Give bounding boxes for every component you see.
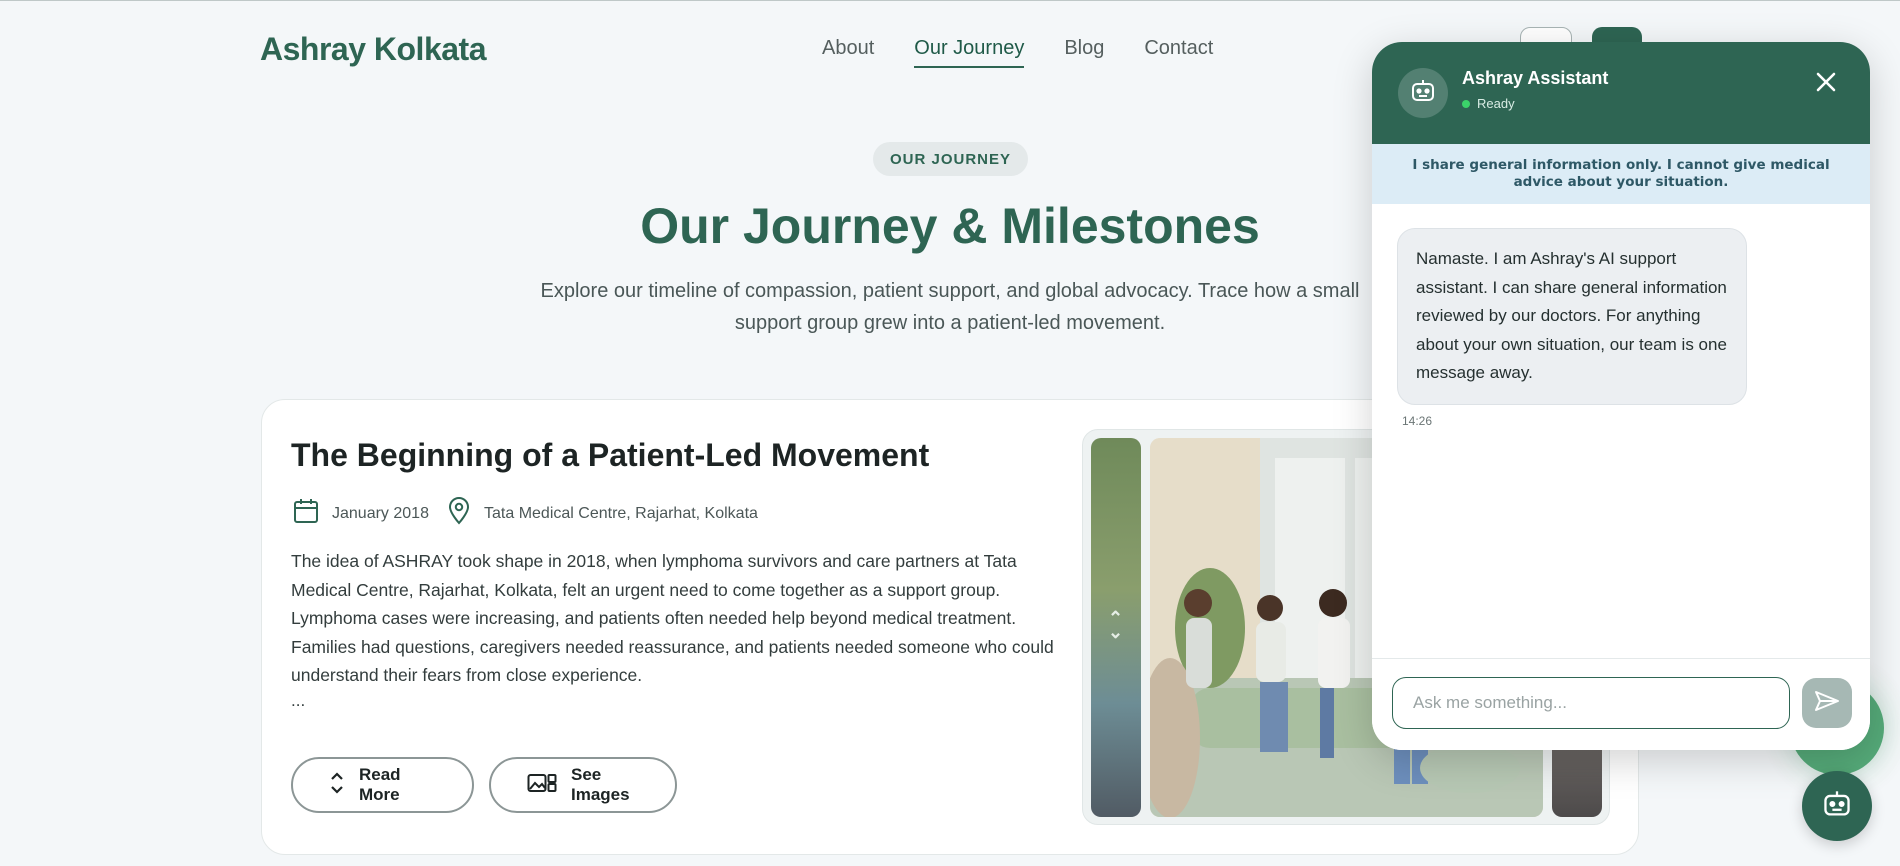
milestone-date: January 2018 bbox=[292, 497, 429, 530]
status-dot-icon bbox=[1462, 99, 1470, 108]
read-more-label: Read More bbox=[359, 765, 401, 804]
see-images-label: See Images bbox=[571, 765, 630, 804]
calendar-icon bbox=[292, 497, 320, 530]
read-more-button[interactable]: Read More bbox=[291, 757, 474, 813]
section-pill: OUR JOURNEY bbox=[873, 142, 1028, 176]
chat-input[interactable] bbox=[1392, 677, 1790, 729]
milestone-location-text: Tata Medical Centre, Rajarhat, Kolkata bbox=[484, 504, 758, 522]
chat-launcher-button[interactable] bbox=[1802, 771, 1872, 841]
chat-assistant-name: Ashray Assistant bbox=[1462, 68, 1609, 88]
chat-disclaimer: I share general information only. I cann… bbox=[1372, 144, 1870, 204]
milestone-title: The Beginning of a Patient-Led Movement bbox=[291, 437, 930, 473]
main-nav: About Our Journey Blog Contact bbox=[822, 37, 1213, 68]
see-images-button[interactable]: See Images bbox=[489, 757, 677, 813]
page-subtitle: Explore our timeline of compassion, pati… bbox=[540, 280, 1360, 334]
send-message-button[interactable] bbox=[1802, 678, 1852, 728]
chat-panel: Ashray Assistant Ready I share general i… bbox=[1372, 42, 1870, 750]
nav-blog[interactable]: Blog bbox=[1064, 37, 1104, 68]
bot-avatar bbox=[1398, 68, 1448, 118]
close-icon bbox=[1815, 71, 1837, 98]
chat-footer bbox=[1372, 658, 1870, 750]
description-ellipsis: ... bbox=[291, 691, 306, 710]
location-pin-icon bbox=[446, 497, 472, 530]
assistant-message: Namaste. I am Ashray's AI support assist… bbox=[1397, 228, 1747, 405]
gallery-icon bbox=[527, 772, 557, 799]
message-timestamp: 14:26 bbox=[1402, 414, 1433, 428]
milestone-location: Tata Medical Centre, Rajarhat, Kolkata bbox=[446, 497, 758, 530]
robot-icon bbox=[1410, 79, 1436, 108]
nav-contact[interactable]: Contact bbox=[1144, 37, 1213, 68]
send-icon bbox=[1814, 690, 1840, 717]
chat-status-text: Ready bbox=[1477, 96, 1515, 111]
milestone-date-text: January 2018 bbox=[332, 504, 429, 522]
site-logo[interactable]: Ashray Kolkata bbox=[260, 31, 486, 68]
expand-chevrons-icon bbox=[329, 770, 345, 801]
nav-our-journey[interactable]: Our Journey bbox=[914, 37, 1025, 68]
robot-icon bbox=[1822, 790, 1852, 823]
chat-status: Ready bbox=[1462, 96, 1515, 111]
nav-about[interactable]: About bbox=[822, 37, 874, 68]
close-chat-button[interactable] bbox=[1810, 68, 1842, 100]
carousel-toggle-icon[interactable]: ⌃ ⌄ bbox=[1108, 609, 1123, 641]
milestone-description: The idea of ASHRAY took shape in 2018, w… bbox=[291, 551, 1054, 685]
chat-header: Ashray Assistant Ready bbox=[1372, 42, 1870, 144]
